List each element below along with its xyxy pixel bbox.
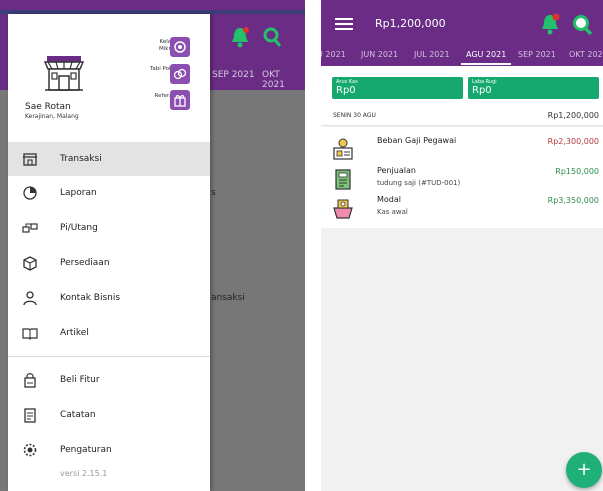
active-tab-indicator bbox=[461, 63, 511, 65]
store-location: Kerajinan, Malang bbox=[25, 113, 79, 120]
menu-item-transaksi[interactable]: Transaksi bbox=[8, 142, 210, 176]
menu-item-kontak-bisnis[interactable]: Kontak Bisnis bbox=[8, 281, 210, 315]
profit-loss-card[interactable]: Laba Rugi Rp0 bbox=[468, 77, 599, 99]
transaction-row[interactable]: Modal Kas awal Rp3,350,000 bbox=[321, 194, 603, 226]
menu-divider bbox=[8, 356, 210, 357]
menu-label: Beli Fitur bbox=[60, 375, 100, 385]
transaction-row[interactable]: Penjualan tudung saji (#TUD-001) Rp150,0… bbox=[321, 165, 603, 197]
gift-icon[interactable] bbox=[170, 90, 190, 110]
app-version: versi 2.15.1 bbox=[60, 469, 108, 478]
tab-month-active[interactable]: AGU 2021 bbox=[466, 50, 506, 59]
day-total: Rp1,200,000 bbox=[547, 111, 599, 120]
menu-item-artikel[interactable]: Artikel bbox=[8, 316, 210, 350]
drawer-header: Sae Rotan Kerajinan, Malang Kelas Mikro … bbox=[8, 14, 210, 139]
menu-label: Pi/Utang bbox=[60, 223, 98, 233]
tab-month[interactable]: U 2021 bbox=[321, 50, 346, 59]
menu-label: Persediaan bbox=[60, 258, 110, 268]
cash-flow-card[interactable]: Arus Kas Rp0 bbox=[332, 77, 463, 99]
transaction-note: tudung saji (#TUD-001) bbox=[377, 179, 461, 187]
bell-icon[interactable] bbox=[539, 12, 561, 36]
store-icon bbox=[43, 56, 85, 91]
menu-icon[interactable] bbox=[335, 18, 353, 30]
menu-item-persediaan[interactable]: Persediaan bbox=[8, 246, 210, 280]
debt-icon bbox=[22, 220, 38, 236]
transaction-amount: Rp2,300,000 bbox=[547, 137, 599, 146]
day-label: SENIN 30 AGU bbox=[333, 112, 376, 119]
search-icon[interactable] bbox=[571, 13, 593, 35]
menu-label: Laporan bbox=[60, 188, 97, 198]
transaction-amount: Rp150,000 bbox=[555, 167, 599, 176]
background-tab: OKT 2021 bbox=[262, 70, 285, 90]
transaction-title: Penjualan bbox=[377, 166, 416, 175]
menu-item-beli-fitur[interactable]: Beli Fitur bbox=[8, 363, 210, 397]
points-icon[interactable] bbox=[170, 64, 190, 84]
cash-balance: Rp1,200,000 bbox=[375, 17, 446, 30]
background-text: ansaksi bbox=[211, 293, 245, 303]
menu-item-laporan[interactable]: Laporan bbox=[8, 176, 210, 210]
menu-label: Artikel bbox=[60, 328, 89, 338]
menu-item-pengaturan[interactable]: Pengaturan bbox=[8, 433, 210, 467]
transaction-amount: Rp3,350,000 bbox=[547, 196, 599, 205]
summary-cards: Arus Kas Rp0 Laba Rugi Rp0 bbox=[321, 66, 603, 106]
transaction-icon bbox=[22, 151, 38, 167]
salary-icon bbox=[333, 138, 353, 160]
menu-item-catatan[interactable]: Catatan bbox=[8, 398, 210, 432]
tab-month[interactable]: JUL 2021 bbox=[414, 50, 450, 59]
search-icon bbox=[263, 27, 282, 47]
bell-icon bbox=[232, 27, 249, 48]
month-tabs: U 2021 JUN 2021 JUL 2021 AGU 2021 SEP 20… bbox=[321, 48, 603, 66]
left-screen: SEP 2021 OKT 2021 s ansaksi Sae Rotan Ke… bbox=[0, 0, 305, 491]
store-name: Sae Rotan bbox=[25, 102, 71, 112]
inventory-icon bbox=[22, 255, 38, 271]
shop-icon bbox=[22, 372, 38, 388]
transaction-note: Kas awal bbox=[377, 208, 408, 216]
menu-label: Pengaturan bbox=[60, 445, 112, 455]
card-value: Rp0 bbox=[472, 85, 492, 96]
report-icon bbox=[22, 185, 38, 201]
settings-icon bbox=[22, 442, 38, 458]
capital-icon bbox=[333, 199, 353, 219]
transaction-title: Modal bbox=[377, 195, 401, 204]
tab-month[interactable]: SEP 2021 bbox=[518, 50, 556, 59]
background-tab: SEP 2021 bbox=[212, 70, 255, 80]
tab-month[interactable]: JUN 2021 bbox=[361, 50, 398, 59]
menu-item-piutang[interactable]: Pi/Utang bbox=[8, 211, 210, 245]
day-header: SENIN 30 AGU Rp1,200,000 bbox=[321, 106, 603, 126]
transaction-title: Beban Gaji Pegawai bbox=[377, 136, 457, 145]
contact-icon bbox=[22, 290, 38, 306]
navigation-drawer: Sae Rotan Kerajinan, Malang Kelas Mikro … bbox=[8, 14, 210, 491]
add-transaction-button[interactable]: + bbox=[566, 452, 602, 488]
transaction-list: Beban Gaji Pegawai Rp2,300,000 Penjualan… bbox=[321, 127, 603, 228]
menu-label: Catatan bbox=[60, 410, 96, 420]
tab-month[interactable]: OKT 2021 bbox=[569, 50, 603, 59]
menu-label: Transaksi bbox=[60, 154, 102, 164]
card-value: Rp0 bbox=[336, 85, 356, 96]
right-screen: Rp1,200,000 U 2021 JUN 2021 JUL 2021 AGU… bbox=[321, 0, 603, 491]
badge-icon[interactable] bbox=[170, 37, 190, 57]
menu-label: Kontak Bisnis bbox=[60, 293, 121, 303]
notes-icon bbox=[22, 407, 38, 423]
transaction-row[interactable]: Beban Gaji Pegawai Rp2,300,000 bbox=[321, 135, 603, 167]
app-bar: Rp1,200,000 U 2021 JUN 2021 JUL 2021 AGU… bbox=[321, 0, 603, 66]
article-icon bbox=[22, 325, 38, 341]
sales-icon bbox=[335, 169, 351, 190]
background-text: s bbox=[211, 188, 216, 198]
